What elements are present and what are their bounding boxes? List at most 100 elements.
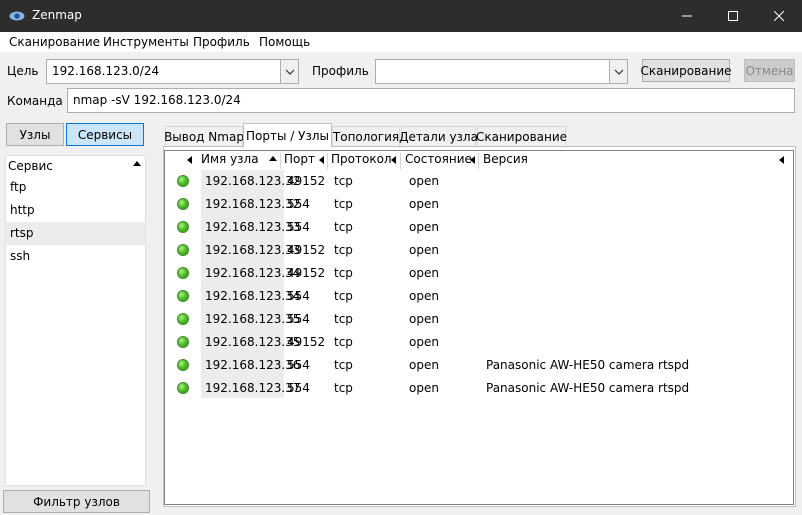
tab-topology[interactable]: Топология — [332, 126, 400, 146]
minimize-icon[interactable] — [664, 0, 710, 32]
cell-protocol: tcp — [334, 266, 353, 280]
menu-tools[interactable]: Инструменты — [103, 35, 189, 49]
table-row[interactable]: 192.168.123.34 49152 tcp open — [165, 262, 793, 285]
table-row[interactable]: 192.168.123.33 554 tcp open — [165, 216, 793, 239]
column-arrow-icon — [779, 156, 784, 164]
close-icon[interactable] — [756, 0, 802, 32]
status-open-icon — [177, 382, 189, 394]
status-open-icon — [177, 175, 189, 187]
profile-dropdown-button[interactable] — [609, 60, 627, 83]
status-open-icon — [177, 198, 189, 210]
cell-port: 554 — [287, 197, 310, 211]
status-open-icon — [177, 336, 189, 348]
service-item-rtsp[interactable]: rtsp — [6, 222, 145, 245]
chevron-down-icon — [614, 69, 623, 75]
filter-hosts-button[interactable]: Фильтр узлов — [3, 490, 150, 513]
table-row[interactable]: 192.168.123.37 554 tcp open Panasonic AW… — [165, 377, 793, 400]
hosts-toggle-button[interactable]: Узлы — [6, 123, 64, 146]
cell-protocol: tcp — [334, 197, 353, 211]
cell-state: open — [409, 243, 439, 257]
cell-protocol: tcp — [334, 289, 353, 303]
status-open-icon — [177, 267, 189, 279]
cell-version: Panasonic AW-HE50 camera rtspd — [486, 381, 690, 395]
column-header-port[interactable]: Порт — [284, 152, 315, 170]
cell-port: 554 — [287, 312, 310, 326]
cell-port: 49152 — [287, 266, 326, 280]
title-bar: Zenmap — [0, 0, 802, 32]
scan-button[interactable]: Сканирование — [640, 59, 732, 82]
cell-state: open — [409, 381, 439, 395]
window-title: Zenmap — [32, 8, 82, 22]
column-separator[interactable] — [400, 153, 401, 169]
menu-bar: Сканирование Инструменты Профиль Помощь — [0, 32, 802, 52]
table-row[interactable]: 192.168.123.32 49152 tcp open — [165, 170, 793, 193]
cell-state: open — [409, 174, 439, 188]
sort-ascending-icon — [269, 156, 277, 161]
service-column-header[interactable]: Сервис — [8, 159, 53, 173]
column-separator[interactable] — [280, 153, 281, 169]
cell-protocol: tcp — [334, 220, 353, 234]
column-header-host[interactable]: Имя узла — [201, 152, 259, 170]
command-value: nmap -sV 192.168.123.0/24 — [73, 93, 241, 107]
target-dropdown-button[interactable] — [280, 60, 298, 83]
column-header-version[interactable]: Версия — [483, 152, 528, 170]
tab-nmap-output[interactable]: Вывод Nmap — [164, 126, 244, 146]
table-row[interactable]: 192.168.123.35 554 tcp open — [165, 308, 793, 331]
cell-protocol: tcp — [334, 381, 353, 395]
cell-protocol: tcp — [334, 335, 353, 349]
target-input[interactable]: 192.168.123.0/24 — [46, 59, 299, 84]
column-arrow-icon — [319, 156, 324, 164]
chevron-down-icon — [285, 69, 294, 75]
services-toggle-button[interactable]: Сервисы — [66, 123, 144, 146]
table-row[interactable]: 192.168.123.33 49152 tcp open — [165, 239, 793, 262]
column-separator[interactable] — [327, 153, 328, 169]
cell-protocol: tcp — [334, 358, 353, 372]
service-item-http[interactable]: http — [6, 199, 145, 222]
cell-state: open — [409, 197, 439, 211]
column-arrow-icon — [470, 156, 475, 164]
column-arrow-icon — [187, 156, 192, 164]
column-header-protocol[interactable]: Протокол — [331, 152, 392, 170]
profile-input[interactable] — [375, 59, 628, 84]
command-input[interactable]: nmap -sV 192.168.123.0/24 — [67, 88, 795, 113]
ports-table: Имя узла Порт Протокол Состояние Версия … — [164, 150, 794, 505]
status-open-icon — [177, 313, 189, 325]
target-value: 192.168.123.0/24 — [52, 64, 160, 78]
menu-help[interactable]: Помощь — [259, 35, 310, 49]
tab-host-details[interactable]: Детали узла — [399, 126, 478, 146]
maximize-icon[interactable] — [710, 0, 756, 32]
cell-version: Panasonic AW-HE50 camera rtspd — [486, 358, 690, 372]
table-row[interactable]: 192.168.123.35 49152 tcp open — [165, 331, 793, 354]
table-row[interactable]: 192.168.123.36 554 tcp open Panasonic AW… — [165, 354, 793, 377]
sort-ascending-icon — [133, 161, 141, 166]
tab-scans[interactable]: Сканирование — [476, 126, 567, 146]
column-header-state[interactable]: Состояние — [405, 152, 472, 170]
cell-port: 554 — [287, 220, 310, 234]
cell-port: 554 — [287, 358, 310, 372]
cell-port: 49152 — [287, 174, 326, 188]
cell-state: open — [409, 312, 439, 326]
column-arrow-icon — [391, 156, 396, 164]
command-label: Команда — [7, 94, 63, 108]
cell-state: open — [409, 358, 439, 372]
service-item-ssh[interactable]: ssh — [6, 245, 145, 268]
tab-ports-hosts[interactable]: Порты / Узлы — [243, 123, 332, 147]
cancel-button[interactable]: Отмена — [744, 59, 795, 82]
cell-protocol: tcp — [334, 312, 353, 326]
service-list: Сервис ftp http rtsp ssh — [5, 155, 146, 486]
cell-port: 554 — [287, 289, 310, 303]
column-separator[interactable] — [478, 153, 479, 169]
status-open-icon — [177, 359, 189, 371]
menu-profile[interactable]: Профиль — [193, 35, 250, 49]
service-item-ftp[interactable]: ftp — [6, 176, 145, 199]
cell-port: 49152 — [287, 243, 326, 257]
status-open-icon — [177, 221, 189, 233]
table-row[interactable]: 192.168.123.32 554 tcp open — [165, 193, 793, 216]
cell-port: 49152 — [287, 335, 326, 349]
cell-state: open — [409, 335, 439, 349]
target-label: Цель — [7, 64, 39, 78]
table-row[interactable]: 192.168.123.34 554 tcp open — [165, 285, 793, 308]
zenmap-eye-icon — [9, 11, 25, 21]
menu-scan[interactable]: Сканирование — [9, 35, 100, 49]
profile-label: Профиль — [312, 64, 369, 78]
